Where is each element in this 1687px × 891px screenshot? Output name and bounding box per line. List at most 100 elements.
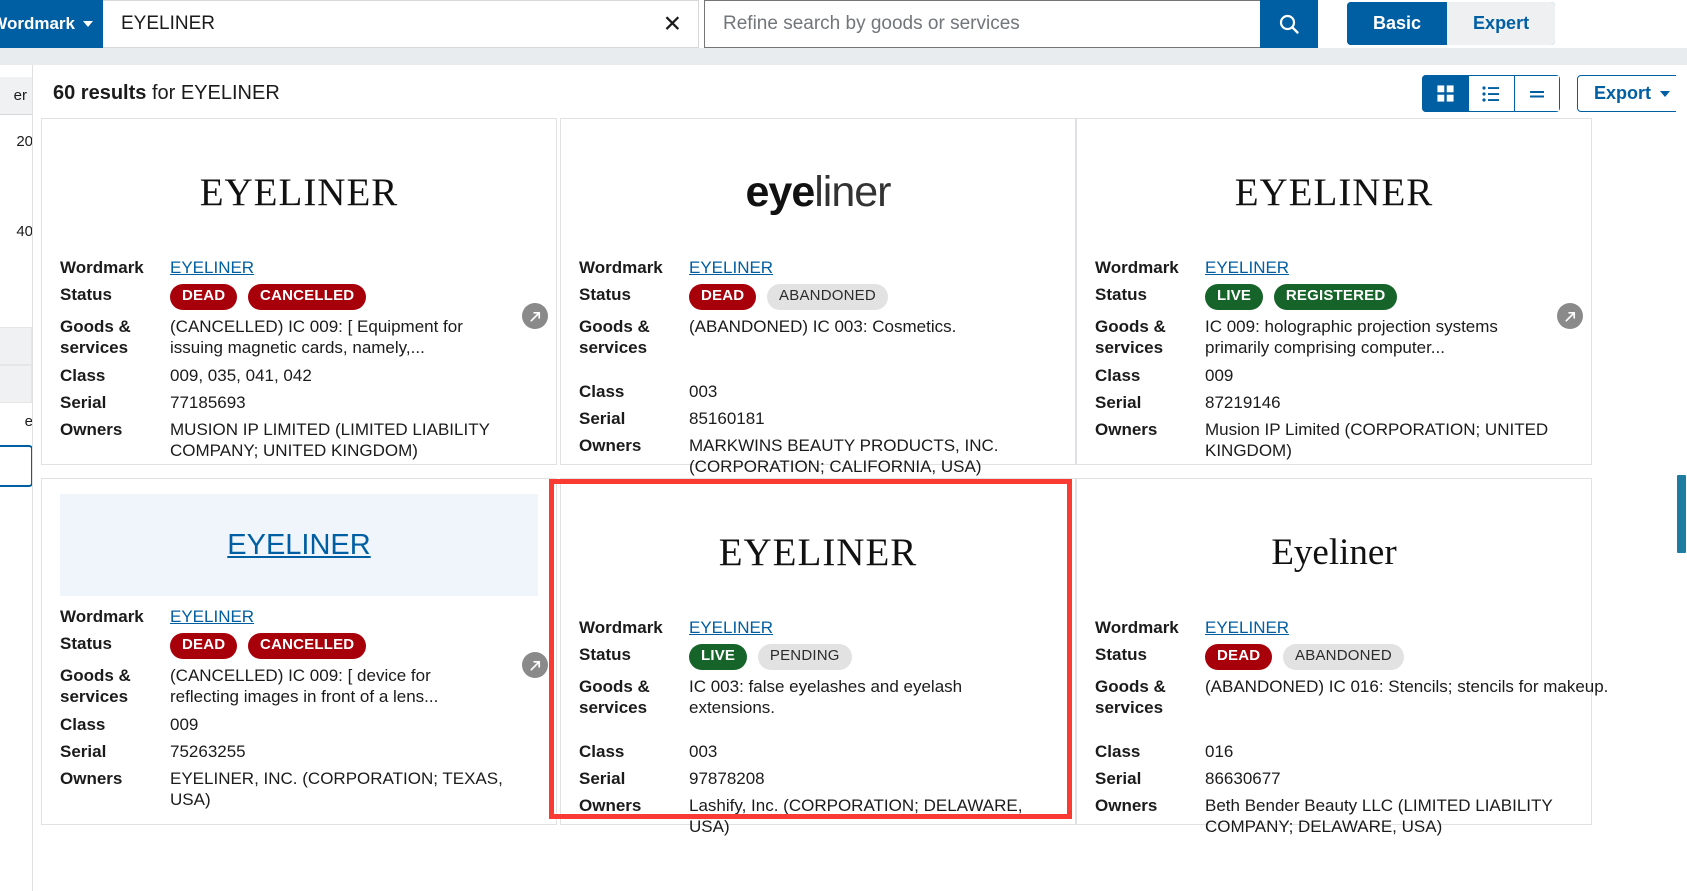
field-serial: Serial 97878208 <box>579 768 1057 789</box>
result-card-body: Wordmark EYELINER Status DEAD ABANDONED … <box>1077 607 1608 860</box>
compact-view-button[interactable] <box>1513 75 1560 112</box>
results-count-value: 60 results <box>53 82 147 104</box>
search-submit-button[interactable] <box>1260 0 1318 48</box>
mark-image-text: Eyeliner <box>1271 531 1397 573</box>
field-value: EYELINER <box>689 617 1057 638</box>
wordmark-link[interactable]: EYELINER <box>170 258 254 277</box>
result-card[interactable]: EYELINER Wordmark EYELINER Status LIVE R… <box>1076 118 1592 465</box>
mark-image-text-bold: eye <box>745 167 815 216</box>
field-label: Owners <box>60 420 123 439</box>
field-value: DEAD ABANDONED <box>689 284 1057 310</box>
sidebar-filter-row[interactable]: 20 <box>0 133 32 150</box>
field-class: Class 009 <box>1095 365 1573 386</box>
expand-arrow-icon[interactable] <box>1557 303 1583 329</box>
sidebar-input-box[interactable] <box>0 445 32 487</box>
search-field-selector[interactable]: Wordmark <box>0 0 103 48</box>
field-value: DEAD ABANDONED <box>1205 644 1573 670</box>
list-view-button[interactable] <box>1467 75 1514 112</box>
sidebar-panel-block[interactable] <box>0 365 32 403</box>
sidebar-panel-block[interactable] <box>0 327 32 365</box>
field-goods: Goods & services IC 009: holographic pro… <box>1095 303 1583 359</box>
wordmark-link[interactable]: EYELINER <box>1205 618 1289 637</box>
field-value: 75263255 <box>170 741 246 761</box>
wordmark-link[interactable]: EYELINER <box>1205 258 1289 277</box>
result-card[interactable]: EYELINER Wordmark EYELINER Status DEAD C… <box>41 478 557 825</box>
field-value: 97878208 <box>689 768 765 788</box>
field-value: Musion IP Limited (CORPORATION; UNITED K… <box>1205 420 1549 461</box>
result-card[interactable]: Eyeliner Wordmark EYELINER Status DEAD A… <box>1076 478 1608 836</box>
refine-search-field[interactable] <box>704 0 1260 48</box>
field-label: Status <box>1095 645 1147 665</box>
sidebar-filter-row[interactable]: g <box>0 193 32 210</box>
mark-image: EYELINER <box>62 137 536 247</box>
grid-view-button[interactable] <box>1421 75 1468 112</box>
export-button-label: Export <box>1593 83 1651 103</box>
field-label: Class <box>579 381 625 401</box>
field-value: 009, 035, 041, 042 <box>170 365 312 385</box>
field-value: EYELINER <box>689 257 1057 278</box>
field-status: Status DEAD ABANDONED <box>579 284 1057 310</box>
mode-expert-button[interactable]: Expert <box>1447 2 1556 45</box>
field-label: Serial <box>60 741 107 761</box>
view-mode-toggle <box>1421 75 1560 112</box>
sidebar-filter-header[interactable]: er <box>0 77 32 115</box>
wordmark-link[interactable]: EYELINER <box>170 607 254 626</box>
status-badge: ABANDONED <box>767 284 888 310</box>
sidebar-filter-row[interactable]: oned <box>0 283 32 300</box>
field-status: Status DEAD CANCELLED <box>60 633 538 659</box>
close-x-icon[interactable]: ✕ <box>663 12 682 36</box>
result-card[interactable]: EYELINER Wordmark EYELINER Status DEAD C… <box>41 118 557 465</box>
field-label: Status <box>60 285 112 305</box>
field-label: Class <box>1095 365 1141 385</box>
field-value: 87219146 <box>1205 392 1281 412</box>
field-serial: Serial 85160181 <box>579 408 1057 429</box>
sidebar-filter-row[interactable]: ered <box>0 163 32 180</box>
field-value: (ABANDONED) IC 003: Cosmetics. <box>689 317 957 336</box>
wordmark-link[interactable]: EYELINER <box>689 618 773 637</box>
expand-arrow-icon[interactable] <box>522 303 548 329</box>
status-badge: REGISTERED <box>1273 284 1398 310</box>
mark-image: Eyeliner <box>1097 497 1571 607</box>
mark-image-link[interactable]: EYELINER <box>227 529 370 562</box>
main-search-field[interactable]: ✕ <box>103 0 699 48</box>
field-value: 77185693 <box>170 392 246 412</box>
field-label: Status <box>60 634 112 654</box>
field-value: 003 <box>689 741 718 761</box>
field-owners: Owners MARKWINS BEAUTY PRODUCTS, INC. (C… <box>579 435 1057 478</box>
field-value: LIVE REGISTERED <box>1205 284 1573 310</box>
refine-search-input[interactable] <box>721 12 1241 36</box>
field-label: Wordmark <box>60 607 144 626</box>
page-scrollbar-thumb[interactable] <box>1677 475 1686 553</box>
field-label: Goods & services <box>579 677 650 718</box>
diagonal-arrow-icon <box>1564 311 1575 322</box>
field-status: Status LIVE REGISTERED <box>1095 284 1573 310</box>
result-card[interactable]: eyeliner Wordmark EYELINER Status DEAD A… <box>560 118 1076 476</box>
search-input[interactable] <box>119 12 639 36</box>
field-status: Status LIVE PENDING <box>579 644 1057 670</box>
search-icon <box>1279 14 1299 34</box>
toolbar-divider-strip <box>0 48 1687 65</box>
field-value: (CANCELLED) IC 009: [ device for reflect… <box>170 666 439 707</box>
result-card-selected[interactable]: EYELINER Wordmark EYELINER Status LIVE P… <box>560 478 1076 836</box>
field-status: Status DEAD CANCELLED <box>60 284 538 310</box>
field-label: Owners <box>60 769 123 788</box>
field-label: Wordmark <box>60 258 144 277</box>
field-value: 86630677 <box>1205 768 1281 788</box>
sidebar-filter-row[interactable]: led <box>0 253 32 270</box>
sidebar-filter-row[interactable]: 40 <box>0 223 32 240</box>
filters-sidebar: er 20 ered g 40 led oned e <box>0 65 33 891</box>
field-value: IC 003: false eyelashes and eyelash exte… <box>689 677 963 718</box>
export-button[interactable]: Export <box>1576 75 1687 112</box>
field-label: Goods & services <box>60 666 131 707</box>
expand-arrow-icon[interactable] <box>522 652 548 678</box>
field-goods: Goods & services (ABANDONED) IC 016: Ste… <box>1095 676 1608 719</box>
mark-image: EYELINER <box>1097 137 1571 247</box>
field-value: 003 <box>689 381 718 401</box>
field-label: Serial <box>579 768 626 788</box>
mode-basic-button[interactable]: Basic <box>1347 2 1448 45</box>
field-owners: Owners MUSION IP LIMITED (LIMITED LIABIL… <box>60 419 538 462</box>
wordmark-link[interactable]: EYELINER <box>689 258 773 277</box>
grid-view-icon <box>1437 85 1454 102</box>
field-label: Serial <box>579 408 626 428</box>
page-scrollbar-track[interactable] <box>1676 65 1687 891</box>
